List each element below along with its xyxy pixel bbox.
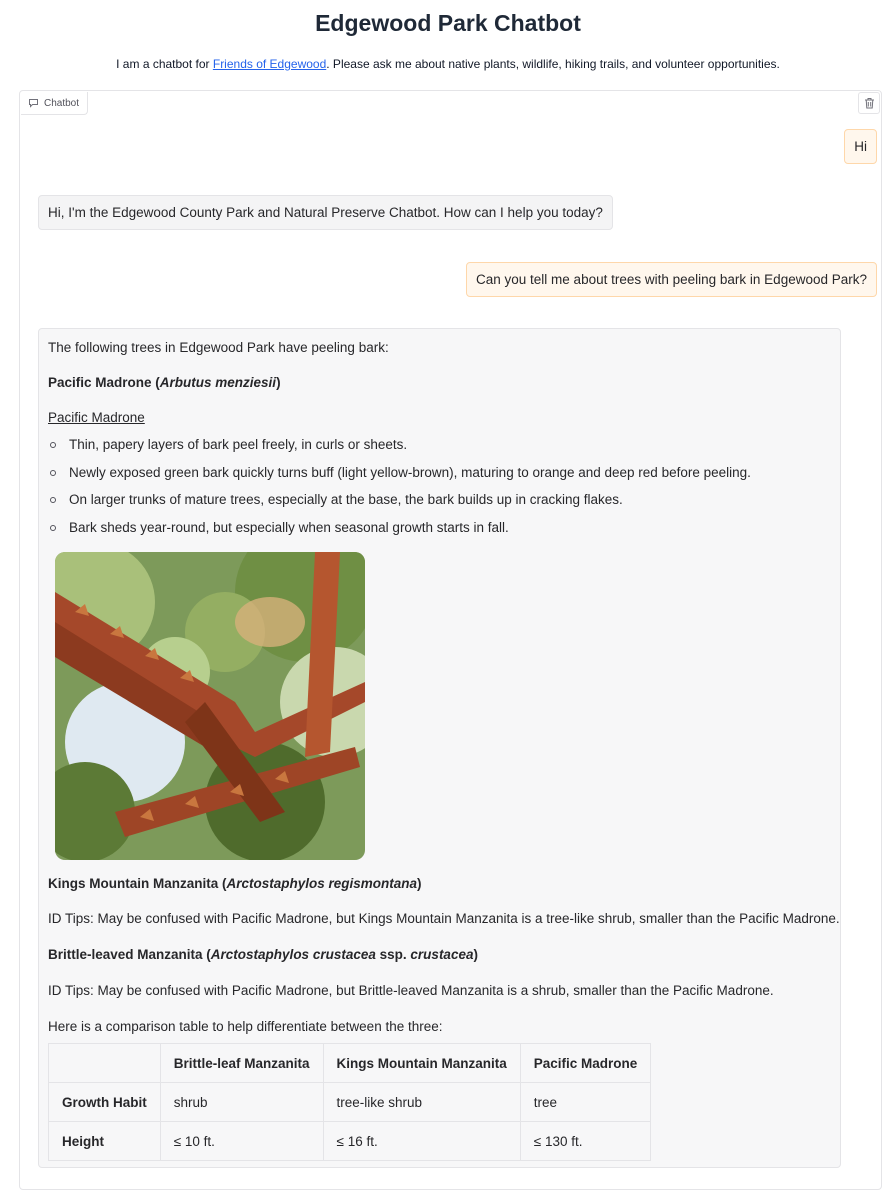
comparison-table: Brittle-leaf Manzanita Kings Mountain Ma… <box>48 1043 652 1161</box>
table-row: Height ≤ 10 ft. ≤ 16 ft. ≤ 130 ft. <box>48 1121 652 1161</box>
kings-heading: Kings Mountain Manzanita (Arctostaphylos… <box>48 876 422 891</box>
list-item: On larger trunks of mature trees, especi… <box>48 491 751 519</box>
user-message: Hi <box>844 129 877 164</box>
page-subtitle: I am a chatbot for Friends of Edgewood. … <box>0 57 896 71</box>
brittle-tip: ID Tips: May be confused with Pacific Ma… <box>48 983 774 998</box>
madrone-heading: Pacific Madrone (Arbutus menziesii) <box>48 375 281 390</box>
table-intro: Here is a comparison table to help diffe… <box>48 1019 443 1034</box>
brittle-ssp: ssp. <box>379 947 407 962</box>
list-item: Thin, papery layers of bark peel freely,… <box>48 436 751 464</box>
brittle-heading: Brittle-leaved Manzanita (Arctostaphylos… <box>48 947 478 962</box>
bot-message: Hi, I'm the Edgewood County Park and Nat… <box>38 195 613 230</box>
table-header-row: Brittle-leaf Manzanita Kings Mountain Ma… <box>48 1043 652 1083</box>
table-header-cell: Pacific Madrone <box>519 1043 652 1083</box>
user-message: Can you tell me about trees with peeling… <box>466 262 877 297</box>
table-header-cell <box>48 1043 161 1083</box>
table-row-header: Growth Habit <box>48 1082 161 1122</box>
clear-chat-button[interactable] <box>858 92 880 114</box>
trash-icon <box>864 98 874 109</box>
kings-name: Kings Mountain Manzanita <box>48 876 219 891</box>
table-header-cell: Brittle-leaf Manzanita <box>159 1043 324 1083</box>
table-row: Growth Habit shrub tree-like shrub tree <box>48 1082 652 1122</box>
chatbot-tab-label: Chatbot <box>44 97 80 109</box>
answer-intro: The following trees in Edgewood Park hav… <box>48 340 389 355</box>
madrone-bark-photo <box>55 552 365 860</box>
table-header-cell: Kings Mountain Manzanita <box>322 1043 521 1083</box>
chat-icon <box>29 99 38 108</box>
madrone-latin: Arbutus menziesii <box>159 375 277 390</box>
brittle-latin-ssp: crustacea <box>410 947 474 962</box>
table-cell: tree <box>519 1082 652 1122</box>
table-row-header: Height <box>48 1121 161 1161</box>
table-cell: ≤ 16 ft. <box>322 1121 521 1161</box>
bot-answer-message: The following trees in Edgewood Park hav… <box>38 328 841 1168</box>
brittle-latin: Arctostaphylos crustacea <box>210 947 376 962</box>
bark-feature-list: Thin, papery layers of bark peel freely,… <box>48 436 751 546</box>
chatbot-label: Chatbot <box>21 92 89 115</box>
page-title: Edgewood Park Chatbot <box>315 10 581 36</box>
kings-latin: Arctostaphylos regismontana <box>226 876 418 891</box>
table-cell: ≤ 10 ft. <box>159 1121 324 1161</box>
subtitle-prefix: I am a chatbot for <box>116 57 213 71</box>
list-item: Newly exposed green bark quickly turns b… <box>48 464 751 492</box>
table-cell: tree-like shrub <box>322 1082 521 1122</box>
madrone-name: Pacific Madrone <box>48 375 152 390</box>
brittle-name: Brittle-leaved Manzanita <box>48 947 203 962</box>
subtitle-suffix: . Please ask me about native plants, wil… <box>326 57 780 71</box>
madrone-link[interactable]: Pacific Madrone <box>48 409 145 427</box>
list-item: Bark sheds year-round, but especially wh… <box>48 519 751 547</box>
friends-of-edgewood-link[interactable]: Friends of Edgewood <box>213 57 326 71</box>
kings-tip: ID Tips: May be confused with Pacific Ma… <box>48 911 840 926</box>
table-cell: shrub <box>159 1082 324 1122</box>
table-cell: ≤ 130 ft. <box>519 1121 652 1161</box>
